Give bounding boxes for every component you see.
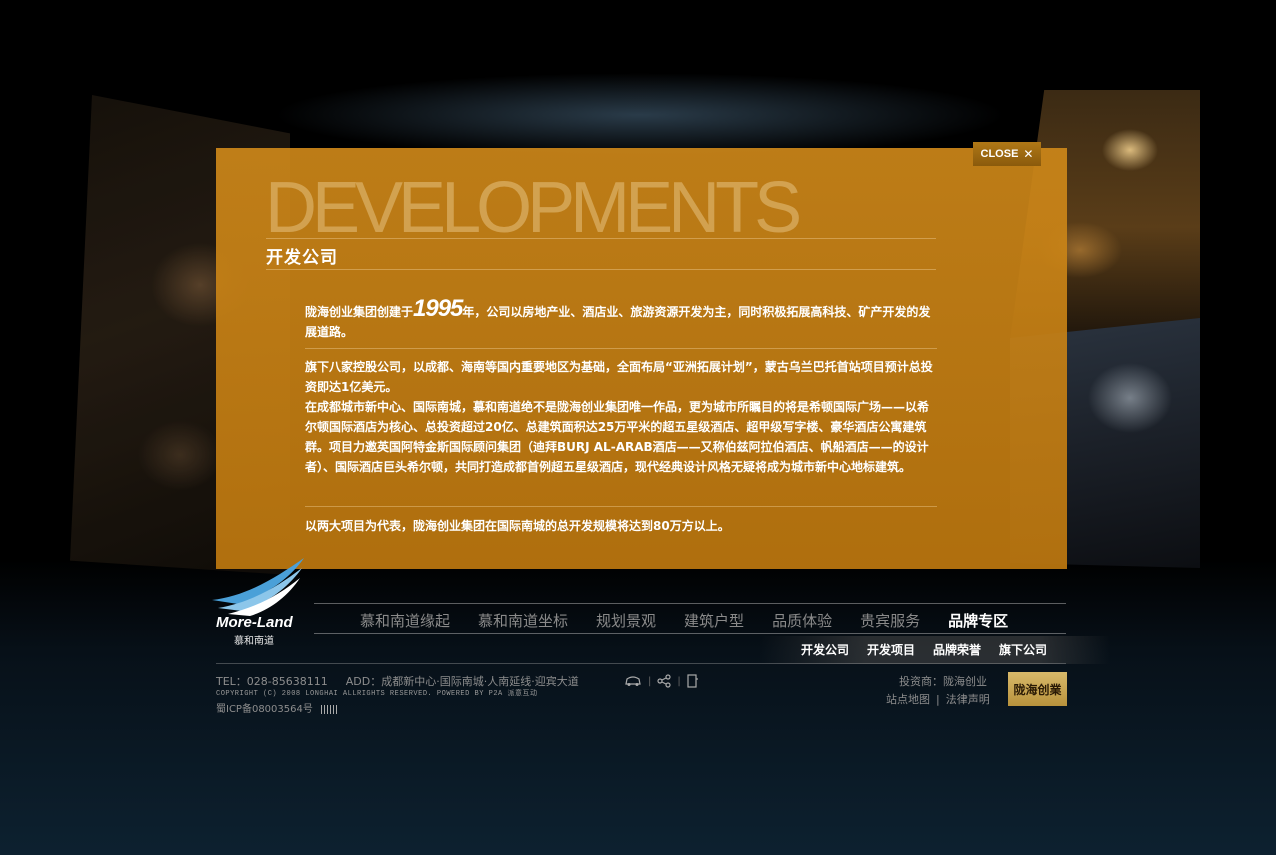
paragraph-1: 陇海创业集团创建于1995年，公司以房地产业、酒店业、旅游资源开发为主，同时积极… bbox=[305, 297, 938, 342]
nav-item-origin[interactable]: 慕和南道缘起 bbox=[360, 610, 450, 631]
nav-item-vip-service[interactable]: 贵宾服务 bbox=[860, 610, 920, 631]
longhai-badge[interactable]: 陇海创業 bbox=[1008, 672, 1067, 706]
footer-links: 站点地图 | 法律声明 bbox=[886, 691, 990, 707]
car-icon[interactable] bbox=[624, 675, 642, 687]
nav-item-landscape[interactable]: 规划景观 bbox=[596, 610, 656, 631]
share-icon[interactable] bbox=[657, 674, 671, 688]
founding-year: 1995 bbox=[413, 295, 463, 322]
section-title: 开发公司 bbox=[266, 248, 338, 268]
nav-middle-line bbox=[314, 633, 1066, 634]
nav-item-quality[interactable]: 品质体验 bbox=[772, 610, 832, 631]
paragraph-4: 以两大项目为代表，陇海创业集团在国际南城的总开发规模将达到80万方以上。 bbox=[305, 519, 730, 533]
nav-item-location[interactable]: 慕和南道坐标 bbox=[478, 610, 568, 631]
divider bbox=[305, 348, 937, 349]
divider bbox=[266, 269, 936, 270]
sub-navigation: 开发公司 开发项目 品牌荣誉 旗下公司 bbox=[801, 641, 1047, 658]
icp-number[interactable]: 蜀ICP备08003564号 bbox=[216, 704, 313, 715]
footer-divider bbox=[216, 663, 1066, 664]
paragraph-1-start: 陇海创业集团创建于 bbox=[305, 305, 414, 319]
subnav-developer[interactable]: 开发公司 bbox=[801, 641, 849, 658]
address: ADD：成都新中心·国际南城·人南延线·迎宾大道 bbox=[345, 675, 579, 688]
icp-line: 蜀ICP备08003564号 bbox=[216, 700, 337, 715]
sitemap-link[interactable]: 站点地图 bbox=[886, 693, 930, 706]
section-watermark-title: DEVELOPMENTS bbox=[265, 168, 802, 248]
legal-link[interactable]: 法律声明 bbox=[946, 693, 990, 706]
telephone: TEL：028-85638111 bbox=[216, 675, 328, 688]
paragraph-2: 旗下八家控股公司，以成都、海南等国内重要地区为基础，全面布局“亚洲拓展计划”，蒙… bbox=[305, 360, 933, 394]
nav-item-brand-zone[interactable]: 品牌专区 bbox=[948, 610, 1008, 631]
nav-top-line bbox=[314, 603, 1066, 604]
investor: 投资商：陇海创业 bbox=[899, 675, 987, 688]
subnav-honors[interactable]: 品牌荣誉 bbox=[933, 641, 981, 658]
footer-icons: | | bbox=[624, 674, 699, 688]
subnav-projects[interactable]: 开发项目 bbox=[867, 641, 915, 658]
bookmark-icon[interactable] bbox=[687, 674, 699, 688]
contact-info: TEL：028-85638111 ADD：成都新中心·国际南城·人南延线·迎宾大道 bbox=[216, 673, 579, 689]
close-button[interactable]: CLOSE ✕ bbox=[973, 142, 1041, 166]
logo-wordmark: More-Land bbox=[216, 614, 293, 631]
divider bbox=[305, 506, 937, 507]
barcode-icon bbox=[320, 704, 337, 714]
divider bbox=[266, 238, 936, 239]
close-icon: ✕ bbox=[1023, 147, 1034, 161]
logo-chinese-name: 慕和南道 bbox=[234, 636, 274, 647]
main-navigation: 慕和南道缘起 慕和南道坐标 规划景观 建筑户型 品质体验 贵宾服务 品牌专区 bbox=[360, 610, 1008, 631]
link-separator: | bbox=[936, 693, 940, 706]
paragraph-3: 在成都城市新中心、国际南城，慕和南道绝不是陇海创业集团唯一作品，更为城市所瞩目的… bbox=[305, 400, 930, 474]
icon-separator: | bbox=[677, 675, 681, 687]
copyright: COPYRIGHT (C) 2008 LONGHAI ALLRIGHTS RES… bbox=[216, 690, 538, 698]
close-label: CLOSE bbox=[980, 148, 1019, 160]
icon-separator: | bbox=[648, 675, 652, 687]
subnav-subsidiaries[interactable]: 旗下公司 bbox=[999, 641, 1047, 658]
nav-item-floor-plans[interactable]: 建筑户型 bbox=[684, 610, 744, 631]
